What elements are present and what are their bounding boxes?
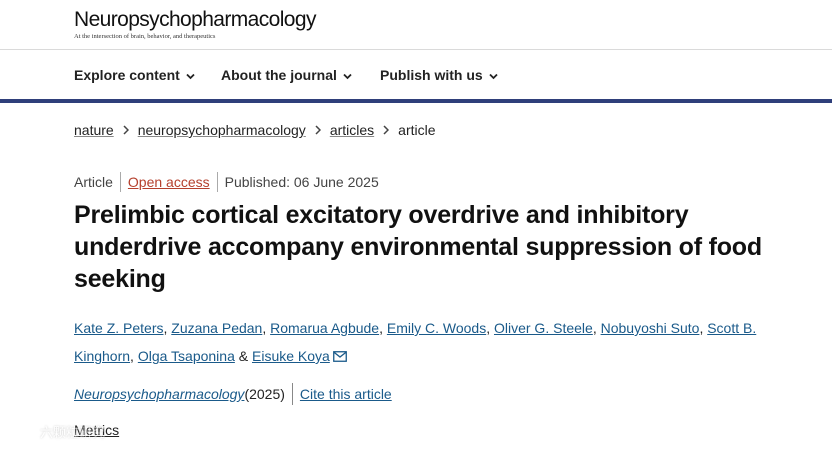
nav-item-label: Explore content	[74, 67, 180, 83]
author-link[interactable]: Zuzana Pedan	[171, 320, 262, 336]
nav-explore-content[interactable]: Explore content	[74, 67, 195, 83]
citation-line: Neuropsychopharmacology (2025) Cite this…	[74, 383, 392, 405]
nav-item-label: About the journal	[221, 67, 337, 83]
article-type: Article	[74, 174, 113, 190]
author-link[interactable]: Oliver G. Steele	[494, 320, 593, 336]
nav-about-journal[interactable]: About the journal	[221, 67, 352, 83]
author-link[interactable]: Kate Z. Peters	[74, 320, 163, 336]
author-list: Kate Z. Peters, Zuzana Pedan, Romarua Ag…	[74, 314, 764, 371]
open-access-link[interactable]: Open access	[128, 174, 210, 190]
breadcrumb: nature neuropsychopharmacology articles …	[74, 122, 436, 138]
chevron-right-icon	[383, 122, 390, 138]
journal-link[interactable]: Neuropsychopharmacology	[74, 386, 244, 402]
article-meta: Article Open access Published: 06 June 2…	[74, 172, 379, 192]
journal-logo[interactable]: Neuropsychopharmacology At the intersect…	[74, 8, 316, 40]
article-title: Prelimbic cortical excitatory overdrive …	[74, 201, 762, 293]
chevron-right-icon	[315, 122, 321, 138]
cite-article-link[interactable]: Cite this article	[300, 386, 392, 402]
watermark-text: 六颗粒研究	[40, 425, 106, 440]
author-final-separator: &	[234, 348, 252, 364]
nav-publish-with-us[interactable]: Publish with us	[380, 67, 498, 83]
author-link[interactable]: Olga Tsaponina	[138, 348, 235, 364]
chevron-down-icon	[489, 67, 498, 83]
main-nav: Explore content About the journal Publis…	[0, 50, 832, 100]
published-date: Published: 06 June 2025	[224, 174, 379, 190]
breadcrumb-current: article	[398, 122, 436, 138]
author-link[interactable]: Nobuyoshi Suto	[601, 320, 700, 336]
author-separator: ,	[379, 320, 387, 336]
divider	[119, 172, 121, 192]
divider	[291, 383, 293, 405]
breadcrumb-articles[interactable]: articles	[330, 122, 374, 138]
nav-item-label: Publish with us	[380, 67, 483, 83]
mail-icon[interactable]	[332, 343, 347, 371]
author-link[interactable]: Romarua Agbude	[270, 320, 379, 336]
author-separator: ,	[262, 320, 271, 336]
logo-tagline: At the intersection of brain, behavior, …	[74, 33, 216, 40]
brand-divider	[0, 99, 832, 103]
breadcrumb-journal[interactable]: neuropsychopharmacology	[138, 122, 306, 138]
chevron-right-icon	[123, 122, 129, 138]
breadcrumb-nature[interactable]: nature	[74, 122, 114, 138]
author-link[interactable]: Eisuke Koya	[252, 348, 330, 364]
citation-year: (2025)	[244, 386, 285, 402]
chevron-down-icon	[186, 67, 195, 83]
author-separator: ,	[486, 320, 494, 336]
author-separator: ,	[592, 320, 601, 336]
logo-title: Neuropsychopharmacology	[74, 8, 316, 31]
author-link[interactable]: Emily C. Woods	[387, 320, 486, 336]
author-separator: ,	[130, 348, 138, 364]
site-header: Neuropsychopharmacology At the intersect…	[0, 0, 832, 50]
watermark: 六颗粒研究	[6, 422, 105, 441]
chevron-down-icon	[343, 67, 352, 83]
watermark-logo-icon	[7, 424, 35, 439]
divider	[216, 172, 218, 192]
